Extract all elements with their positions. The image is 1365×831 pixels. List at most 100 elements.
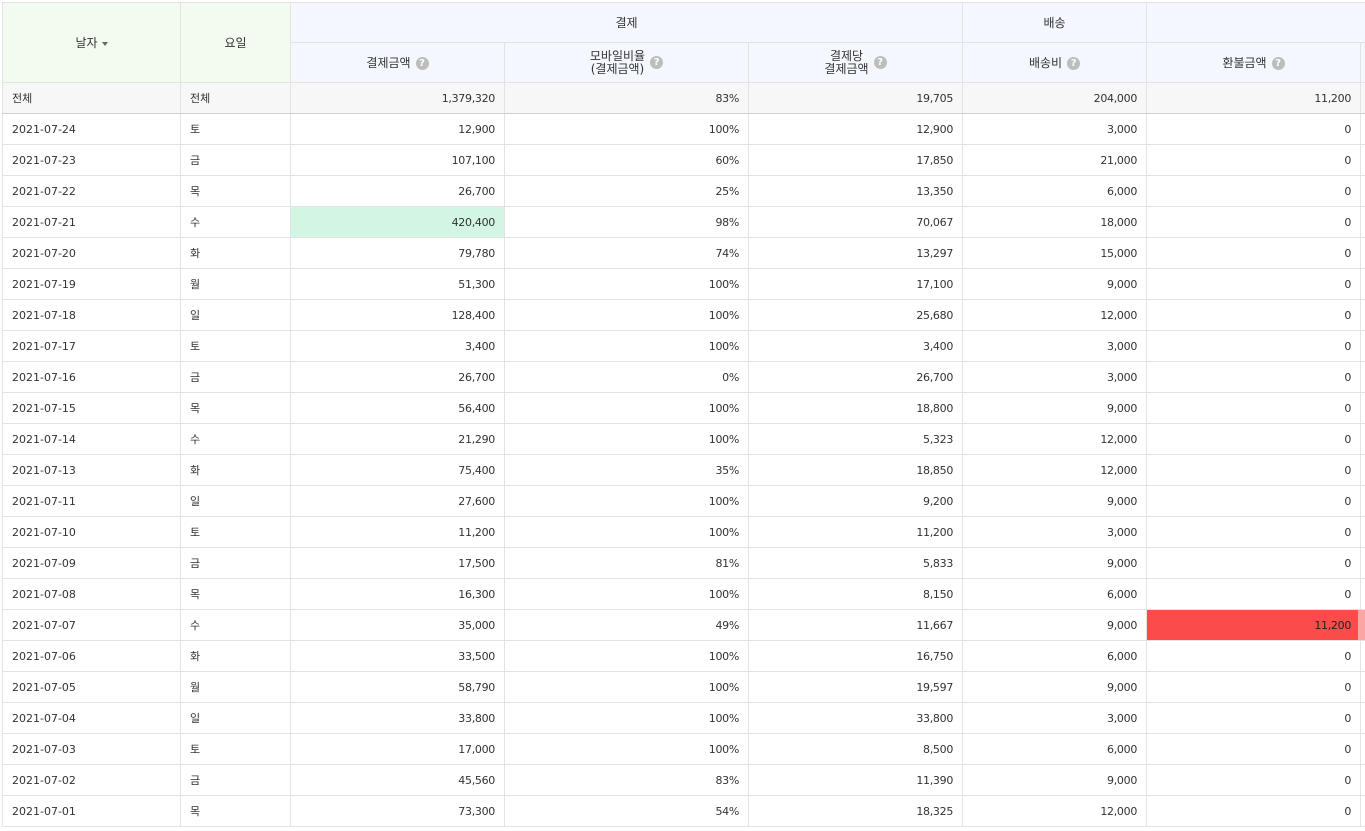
weekday-column-header[interactable]: 요일 [180, 2, 291, 83]
overflow-cell [1360, 206, 1365, 238]
shipping-fee-column-header[interactable]: 배송비? [962, 42, 1148, 83]
per-payment-cell: 18,325 [747, 795, 964, 827]
mobile-ratio-column-header[interactable]: 모바일비율 (결제금액)? [504, 42, 749, 83]
amount-cell: 420,400 [290, 206, 505, 238]
help-icon[interactable]: ? [415, 57, 429, 70]
per-payment-cell: 11,390 [747, 764, 964, 796]
amount-cell: 58,790 [290, 671, 505, 703]
help-icon[interactable]: ? [1271, 57, 1285, 70]
refund-amount-cell: 0 [1146, 175, 1362, 207]
weekday-cell: 토 [180, 330, 291, 362]
per-payment-cell: 11,200 [747, 516, 964, 548]
date-cell: 2021-07-03 [2, 733, 181, 765]
total-date-cell: 전체 [2, 82, 181, 114]
weekday-cell: 일 [180, 702, 291, 734]
date-cell: 2021-07-14 [2, 423, 181, 455]
mobile-ratio-cell: 100% [504, 516, 749, 548]
table-row: 2021-07-03 토 17,000 100% 8,500 6,000 0 [2, 733, 1365, 765]
help-icon[interactable]: ? [1067, 57, 1081, 70]
overflow-cell [1360, 361, 1365, 393]
date-cell: 2021-07-13 [2, 454, 181, 486]
overflow-column-header [1360, 42, 1365, 83]
date-column-header[interactable]: 날자 [2, 2, 181, 83]
amount-cell: 26,700 [290, 175, 505, 207]
amount-cell: 33,800 [290, 702, 505, 734]
amount-cell: 35,000 [290, 609, 505, 641]
date-cell: 2021-07-18 [2, 299, 181, 331]
table-row: 2021-07-04 일 33,800 100% 33,800 3,000 0 [2, 702, 1365, 734]
amount-cell: 3,400 [290, 330, 505, 362]
total-weekday-cell: 전체 [180, 82, 291, 114]
mobile-ratio-cell: 25% [504, 175, 749, 207]
mobile-ratio-cell: 100% [504, 733, 749, 765]
refund-amount-cell: 0 [1146, 702, 1362, 734]
shipping-fee-cell: 6,000 [962, 640, 1148, 672]
date-header-label: 날자 [75, 36, 98, 50]
overflow-cell [1360, 175, 1365, 207]
per-payment-column-header[interactable]: 결제당 결제금액? [747, 42, 964, 83]
shipping-fee-cell: 12,000 [962, 795, 1148, 827]
refund-amount-cell: 0 [1146, 764, 1362, 796]
table-row: 2021-07-11 일 27,600 100% 9,200 9,000 0 [2, 485, 1365, 517]
daily-sales-table: 날자 요일 결제 배송 환 결제금액? 모바일비율(결제금액)? 결제당결제금액… [2, 2, 1365, 827]
shipping-fee-cell: 3,000 [962, 702, 1148, 734]
refund-amount-cell: 0 [1146, 206, 1362, 238]
amount-cell: 27,600 [290, 485, 505, 517]
amount-header-label: 결제금액 [366, 56, 411, 70]
refund-amount-cell: 0 [1146, 516, 1362, 548]
overflow-cell [1360, 485, 1365, 517]
help-icon[interactable]: ? [650, 56, 664, 69]
shipping-fee-cell: 12,000 [962, 299, 1148, 331]
amount-cell: 107,100 [290, 144, 505, 176]
table-row: 2021-07-22 목 26,700 25% 13,350 6,000 0 [2, 175, 1365, 207]
amount-column-header[interactable]: 결제금액? [290, 42, 505, 83]
mobile-ratio-cell: 100% [504, 640, 749, 672]
mobile-ratio-cell: 100% [504, 671, 749, 703]
date-cell: 2021-07-17 [2, 330, 181, 362]
weekday-cell: 목 [180, 578, 291, 610]
overflow-cell [1360, 299, 1365, 331]
shipping-fee-cell: 6,000 [962, 578, 1148, 610]
weekday-cell: 목 [180, 795, 291, 827]
payment-group-label: 결제 [615, 16, 638, 30]
overflow-cell [1360, 702, 1365, 734]
mobile-ratio-cell: 100% [504, 485, 749, 517]
mobile-ratio-cell: 100% [504, 299, 749, 331]
per-payment-cell: 8,500 [747, 733, 964, 765]
shipping-fee-cell: 9,000 [962, 764, 1148, 796]
overflow-cell [1360, 392, 1365, 424]
date-cell: 2021-07-23 [2, 144, 181, 176]
refund-amount-cell: 0 [1146, 423, 1362, 455]
refund-amount-column-header[interactable]: 환불금액? [1146, 42, 1362, 83]
per-payment-cell: 12,900 [747, 113, 964, 145]
overflow-cell [1360, 671, 1365, 703]
refund-amount-header-label: 환불금액 [1222, 56, 1267, 70]
table-row: 2021-07-06 화 33,500 100% 16,750 6,000 0 [2, 640, 1365, 672]
overflow-cell [1360, 547, 1365, 579]
table-row: 2021-07-19 월 51,300 100% 17,100 9,000 0 [2, 268, 1365, 300]
amount-cell: 11,200 [290, 516, 505, 548]
mobile-ratio-cell: 0% [504, 361, 749, 393]
table-header: 날자 요일 결제 배송 환 결제금액? 모바일비율(결제금액)? 결제당결제금액… [2, 2, 1365, 83]
shipping-fee-cell: 6,000 [962, 733, 1148, 765]
date-cell: 2021-07-05 [2, 671, 181, 703]
weekday-cell: 화 [180, 640, 291, 672]
sort-caret-icon[interactable] [101, 41, 108, 46]
per-payment-cell: 18,850 [747, 454, 964, 486]
per-payment-cell: 25,680 [747, 299, 964, 331]
weekday-cell: 토 [180, 113, 291, 145]
overflow-cell [1360, 578, 1365, 610]
report-table-container: 날자 요일 결제 배송 환 결제금액? 모바일비율(결제금액)? 결제당결제금액… [0, 0, 1365, 831]
refund-amount-cell: 0 [1146, 578, 1362, 610]
overflow-cell [1360, 795, 1365, 827]
date-cell: 2021-07-21 [2, 206, 181, 238]
shipping-fee-cell: 12,000 [962, 454, 1148, 486]
refund-amount-cell: 0 [1146, 330, 1362, 362]
table-row: 2021-07-09 금 17,500 81% 5,833 9,000 0 [2, 547, 1365, 579]
date-cell: 2021-07-06 [2, 640, 181, 672]
weekday-cell: 수 [180, 206, 291, 238]
weekday-cell: 일 [180, 485, 291, 517]
mobile-ratio-cell: 74% [504, 237, 749, 269]
per-payment-cell: 17,850 [747, 144, 964, 176]
help-icon[interactable]: ? [873, 56, 887, 69]
